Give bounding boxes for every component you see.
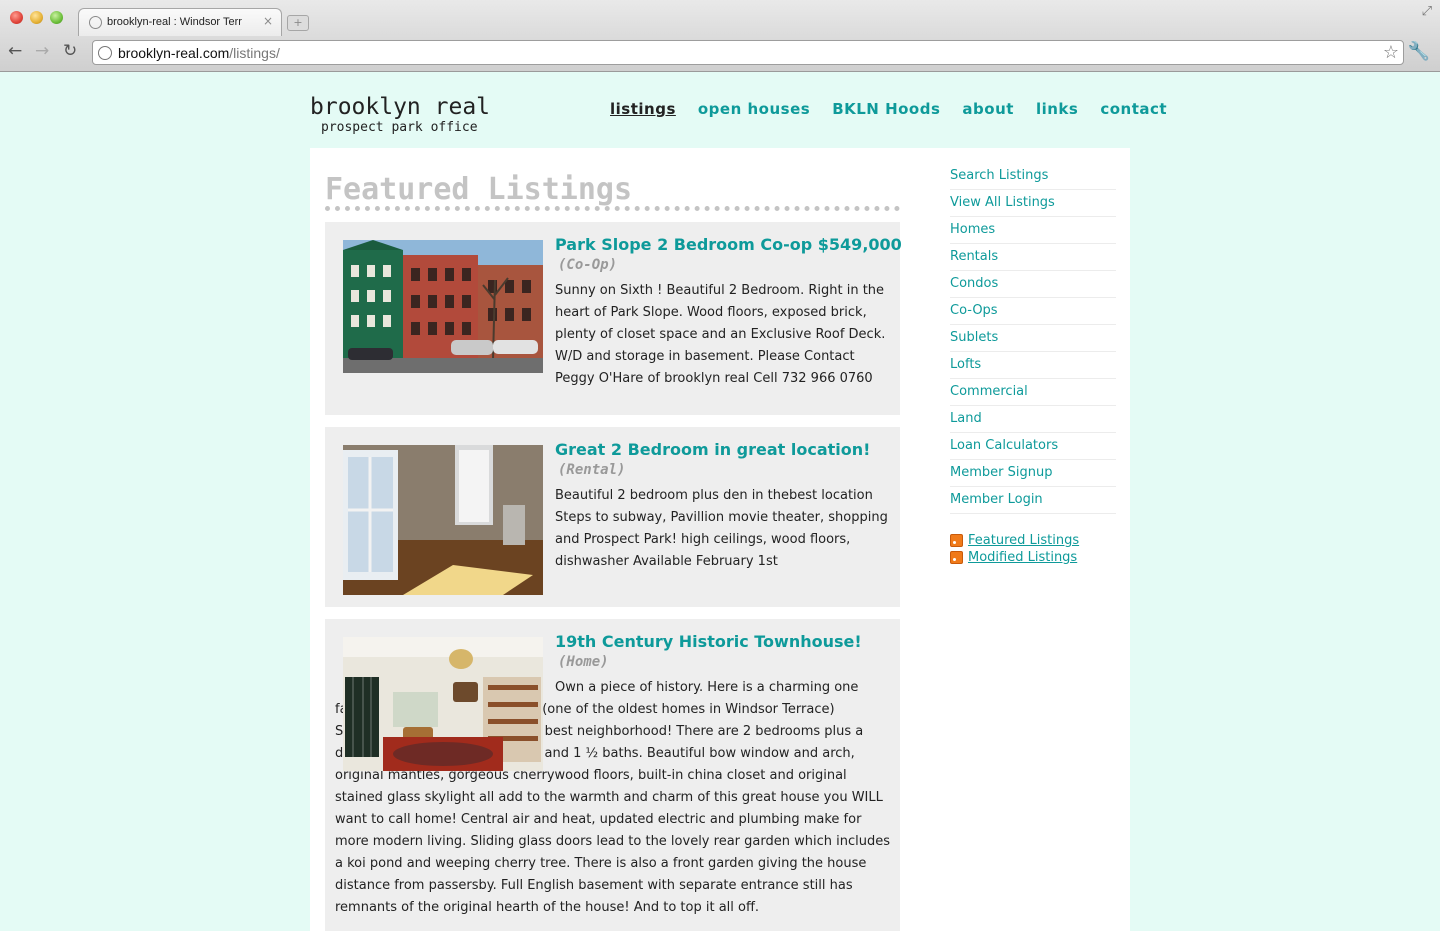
heading-divider: [325, 206, 900, 211]
listing-card: Great 2 Bedroom in great location! (Rent…: [325, 427, 900, 607]
listing-title[interactable]: 19th Century Historic Townhouse!: [555, 632, 862, 651]
sidebar-item-rentals[interactable]: Rentals: [950, 244, 1116, 271]
site-logo[interactable]: brooklyn real prospect park office: [310, 94, 490, 135]
listing-type: (Co-Op): [558, 257, 618, 273]
top-navigation: listings open houses BKLN Hoods about li…: [610, 100, 1167, 118]
new-tab-button[interactable]: +: [287, 15, 309, 31]
sidebar-item-member-signup[interactable]: Member Signup: [950, 460, 1116, 487]
wrench-icon[interactable]: 🔧: [1408, 41, 1430, 62]
sidebar-item-homes[interactable]: Homes: [950, 217, 1116, 244]
browser-tab[interactable]: brooklyn-real : Windsor Terr ×: [78, 8, 282, 36]
sidebar-item-member-login[interactable]: Member Login: [950, 487, 1116, 514]
back-button[interactable]: ←: [8, 41, 22, 61]
url-host: brooklyn-real.com: [118, 45, 230, 61]
nav-links[interactable]: links: [1036, 100, 1078, 118]
url-path: /listings/: [229, 45, 280, 61]
sidebar-item-loan-calculators[interactable]: Loan Calculators: [950, 433, 1116, 460]
listing-type: (Home): [558, 654, 609, 670]
tab-title: brooklyn-real : Windsor Terr: [107, 16, 242, 28]
sidebar-item-lofts[interactable]: Lofts: [950, 352, 1116, 379]
listing-photo[interactable]: [343, 445, 543, 595]
listing-title[interactable]: Park Slope 2 Bedroom Co-op $549,000: [555, 235, 902, 254]
nav-contact[interactable]: contact: [1100, 100, 1167, 118]
listing-description: Sunny on Sixth ! Beautiful 2 Bedroom. Ri…: [555, 283, 886, 386]
globe-icon: [89, 16, 102, 29]
bookmark-star-icon[interactable]: ☆: [1383, 42, 1399, 63]
content-panel: Featured Listings Park Slope 2 Bedroom C…: [310, 148, 1130, 931]
address-bar[interactable]: brooklyn-real.com/listings/ ☆: [92, 40, 1404, 65]
nav-open-houses[interactable]: open houses: [698, 100, 810, 118]
feed-featured: Featured Listings: [950, 532, 1116, 549]
browser-chrome: brooklyn-real : Windsor Terr × + ⤢ ← → ↻…: [0, 0, 1440, 72]
listing-photo[interactable]: [343, 637, 543, 771]
logo-title: brooklyn real: [310, 94, 491, 120]
url-text[interactable]: brooklyn-real.com/listings/: [118, 45, 280, 61]
listing-title[interactable]: Great 2 Bedroom in great location!: [555, 440, 870, 459]
sidebar-item-commercial[interactable]: Commercial: [950, 379, 1116, 406]
listing-type: (Rental): [558, 462, 626, 478]
sidebar-item-search-listings[interactable]: Search Listings: [950, 163, 1116, 190]
close-tab-icon[interactable]: ×: [263, 14, 273, 28]
listing-card: 19th Century Historic Townhouse! (Home) …: [325, 619, 900, 931]
feed-link-featured-listings[interactable]: Featured Listings: [968, 533, 1079, 548]
sidebar-item-view-all-listings[interactable]: View All Listings: [950, 190, 1116, 217]
sidebar-item-condos[interactable]: Condos: [950, 271, 1116, 298]
rss-icon[interactable]: [950, 551, 963, 564]
rss-feeds: Featured Listings Modified Listings: [950, 532, 1116, 566]
forward-button[interactable]: →: [35, 41, 49, 61]
feed-link-modified-listings[interactable]: Modified Listings: [968, 550, 1077, 565]
sidebar-item-co-ops[interactable]: Co-Ops: [950, 298, 1116, 325]
rss-icon[interactable]: [950, 534, 963, 547]
globe-icon: [98, 46, 112, 60]
nav-bkln-hoods[interactable]: BKLN Hoods: [832, 100, 940, 118]
sidebar-item-sublets[interactable]: Sublets: [950, 325, 1116, 352]
nav-about[interactable]: about: [962, 100, 1014, 118]
page-title: Featured Listings: [325, 172, 633, 207]
minimize-window-button[interactable]: [30, 11, 43, 24]
zoom-window-button[interactable]: [50, 11, 63, 24]
sidebar-item-land[interactable]: Land: [950, 406, 1116, 433]
fullscreen-icon[interactable]: ⤢: [1422, 4, 1432, 19]
reload-button[interactable]: ↻: [63, 41, 77, 61]
listing-card: Park Slope 2 Bedroom Co-op $549,000 (Co-…: [325, 222, 902, 415]
sidebar: Search Listings View All Listings Homes …: [950, 163, 1116, 566]
feed-modified: Modified Listings: [950, 549, 1116, 566]
nav-listings[interactable]: listings: [610, 100, 676, 118]
listing-photo[interactable]: [343, 240, 543, 373]
close-window-button[interactable]: [10, 11, 23, 24]
listing-description: Beautiful 2 bedroom plus den in thebest …: [555, 488, 888, 569]
logo-subtitle: prospect park office: [321, 120, 478, 135]
